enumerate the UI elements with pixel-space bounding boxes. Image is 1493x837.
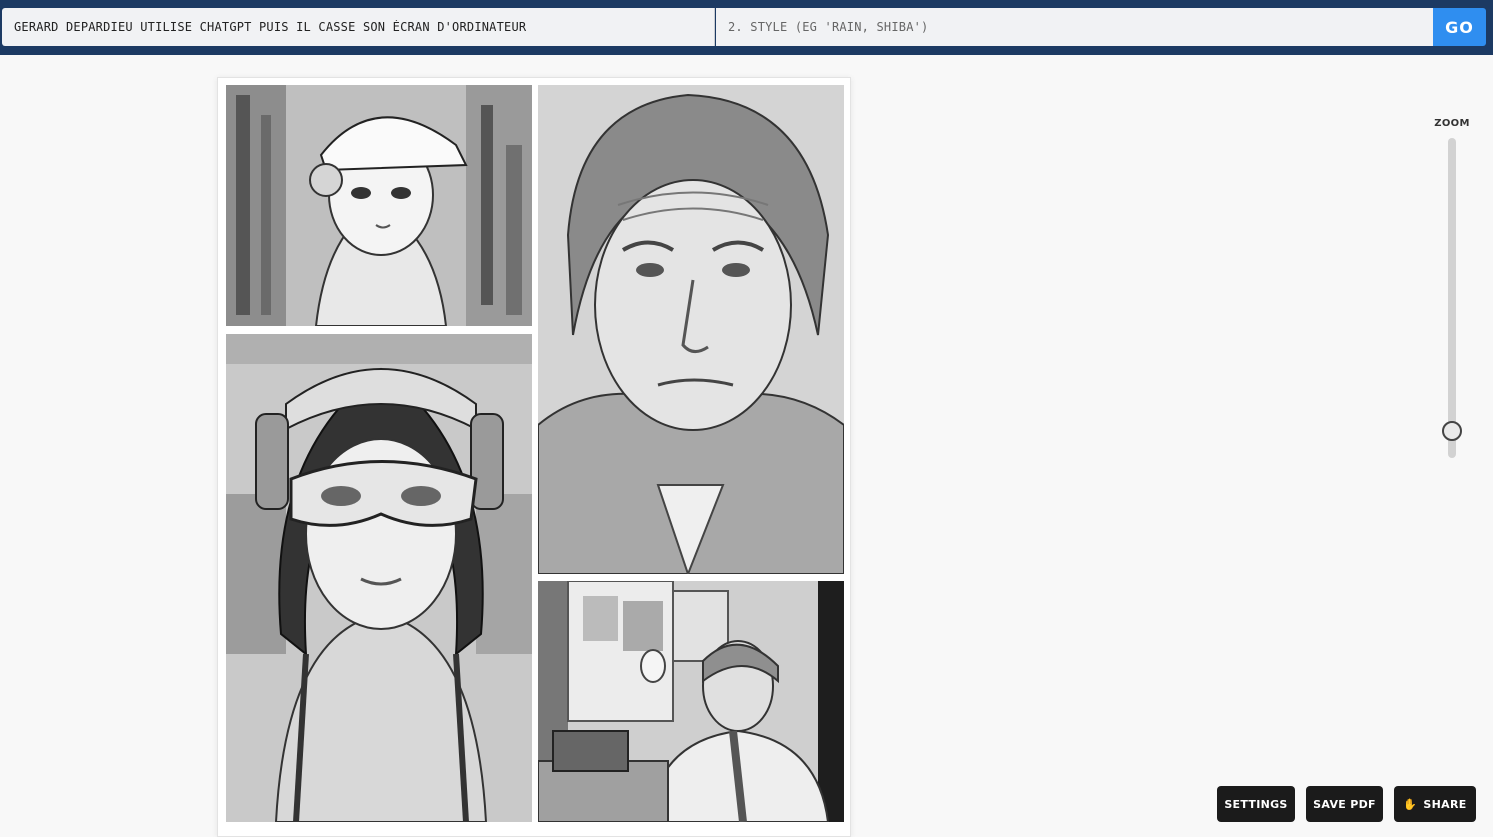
- panel-anime-girl-cap[interactable]: [226, 85, 532, 326]
- portrait-man-image: [538, 85, 844, 574]
- zoom-slider[interactable]: [1448, 138, 1456, 458]
- panel-man-at-desk[interactable]: [538, 581, 844, 822]
- settings-button[interactable]: Settings: [1217, 786, 1295, 822]
- man-at-desk-image: [538, 581, 844, 822]
- save-pdf-button[interactable]: Save PDF: [1306, 786, 1383, 822]
- prompt-input[interactable]: [2, 8, 715, 46]
- zoom-slider-thumb[interactable]: [1442, 421, 1462, 441]
- share-button-label: Share: [1423, 797, 1467, 811]
- manga-girl-cap-image: [226, 85, 532, 326]
- zoom-label: ZOOM: [1434, 118, 1470, 129]
- panel-portrait-man[interactable]: [538, 85, 844, 574]
- comic-page: [217, 77, 851, 837]
- panel-anime-girl-goggles[interactable]: [226, 334, 532, 822]
- share-button[interactable]: ✋ Share: [1394, 786, 1476, 822]
- go-button[interactable]: GO: [1433, 8, 1486, 46]
- hand-coin-icon: ✋: [1403, 797, 1418, 811]
- manga-girl-goggles-image: [226, 334, 532, 822]
- style-input[interactable]: [716, 8, 1433, 46]
